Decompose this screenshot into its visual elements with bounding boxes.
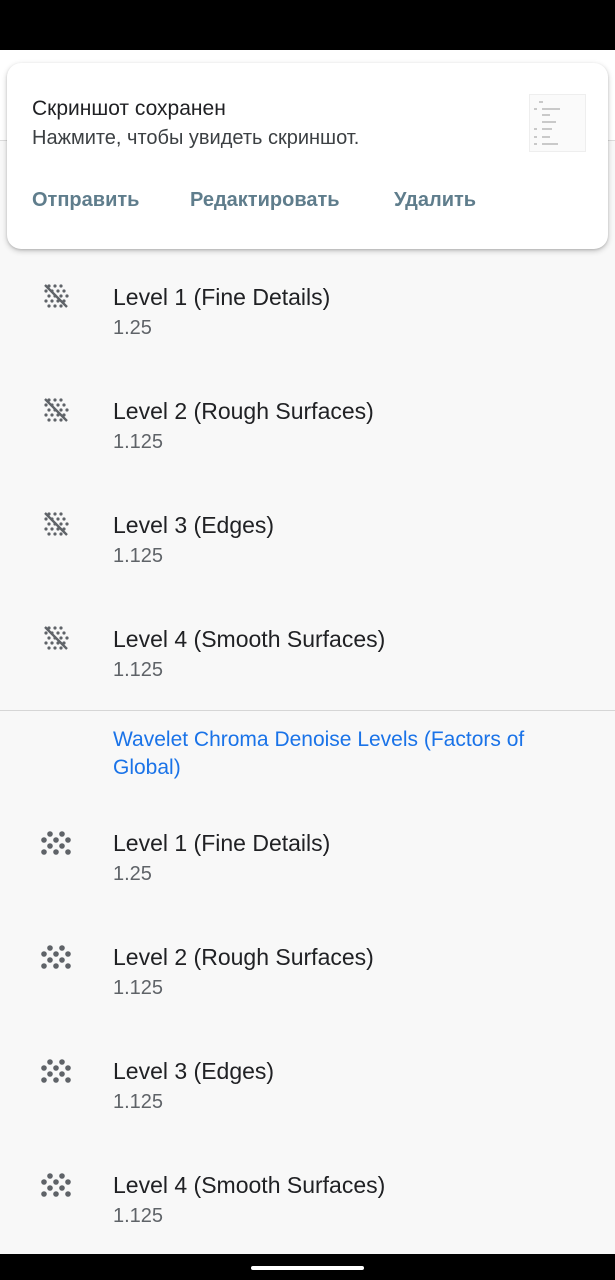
level-value: 1.125 xyxy=(113,431,164,453)
level-title: Level 1 (Fine Details) xyxy=(113,284,331,310)
chroma-noise-icon xyxy=(41,945,71,969)
chroma-level-4-row[interactable]: Level 4 (Smooth Surfaces) 1.125 xyxy=(0,1128,615,1242)
level-title: Level 2 (Rough Surfaces) xyxy=(113,398,374,424)
luminance-noise-icon xyxy=(44,284,69,308)
home-gesture-handle[interactable] xyxy=(251,1266,364,1270)
navigation-bar xyxy=(0,1254,615,1280)
level-title: Level 3 (Edges) xyxy=(113,512,275,538)
level-value: 1.125 xyxy=(113,1205,164,1227)
level-value: 1.125 xyxy=(113,545,164,567)
level-value: 1.25 xyxy=(113,863,152,885)
level-title: Level 4 (Smooth Surfaces) xyxy=(113,1172,386,1198)
notification-title: Скриншот сохранен xyxy=(32,97,226,120)
chroma-level-3-row[interactable]: Level 3 (Edges) 1.125 xyxy=(0,1014,615,1128)
share-button[interactable]: Отправить xyxy=(32,189,139,212)
chroma-level-2-row[interactable]: Level 2 (Rough Surfaces) 1.125 xyxy=(0,900,615,1014)
luminance-level-4-row[interactable]: Level 4 (Smooth Surfaces) 1.125 xyxy=(0,582,615,696)
chroma-level-1-row[interactable]: Level 1 (Fine Details) 1.25 xyxy=(0,786,615,900)
level-value: 1.125 xyxy=(113,659,164,681)
level-title: Level 3 (Edges) xyxy=(113,1058,275,1084)
chroma-noise-icon xyxy=(41,831,71,855)
chroma-section-header: Wavelet Chroma Denoise Levels (Factors o… xyxy=(113,728,525,779)
luminance-noise-icon xyxy=(44,512,69,536)
edit-button[interactable]: Редактировать xyxy=(190,189,340,212)
level-value: 1.125 xyxy=(113,1091,164,1113)
level-value: 1.125 xyxy=(113,977,164,999)
screenshot-notification[interactable]: Скриншот сохранен Нажмите, чтобы увидеть… xyxy=(7,63,608,249)
level-title: Level 1 (Fine Details) xyxy=(113,830,331,856)
screenshot-thumbnail[interactable] xyxy=(529,94,586,152)
luminance-level-2-row[interactable]: Level 2 (Rough Surfaces) 1.125 xyxy=(0,354,615,468)
luminance-noise-icon xyxy=(44,398,69,422)
section-divider xyxy=(0,710,615,711)
luminance-level-3-row[interactable]: Level 3 (Edges) 1.125 xyxy=(0,468,615,582)
chroma-noise-icon xyxy=(41,1173,71,1197)
level-title: Level 2 (Rough Surfaces) xyxy=(113,944,374,970)
level-title: Level 4 (Smooth Surfaces) xyxy=(113,626,386,652)
chroma-noise-icon xyxy=(41,1059,71,1083)
level-value: 1.25 xyxy=(113,317,152,339)
delete-button[interactable]: Удалить xyxy=(394,189,476,212)
notification-actions: Отправить Редактировать Удалить xyxy=(7,189,608,219)
luminance-noise-icon xyxy=(44,626,69,650)
luminance-level-1-row[interactable]: Level 1 (Fine Details) 1.25 xyxy=(0,240,615,354)
notification-text: Нажмите, чтобы увидеть скриншот. xyxy=(32,127,360,149)
status-bar xyxy=(0,0,615,50)
